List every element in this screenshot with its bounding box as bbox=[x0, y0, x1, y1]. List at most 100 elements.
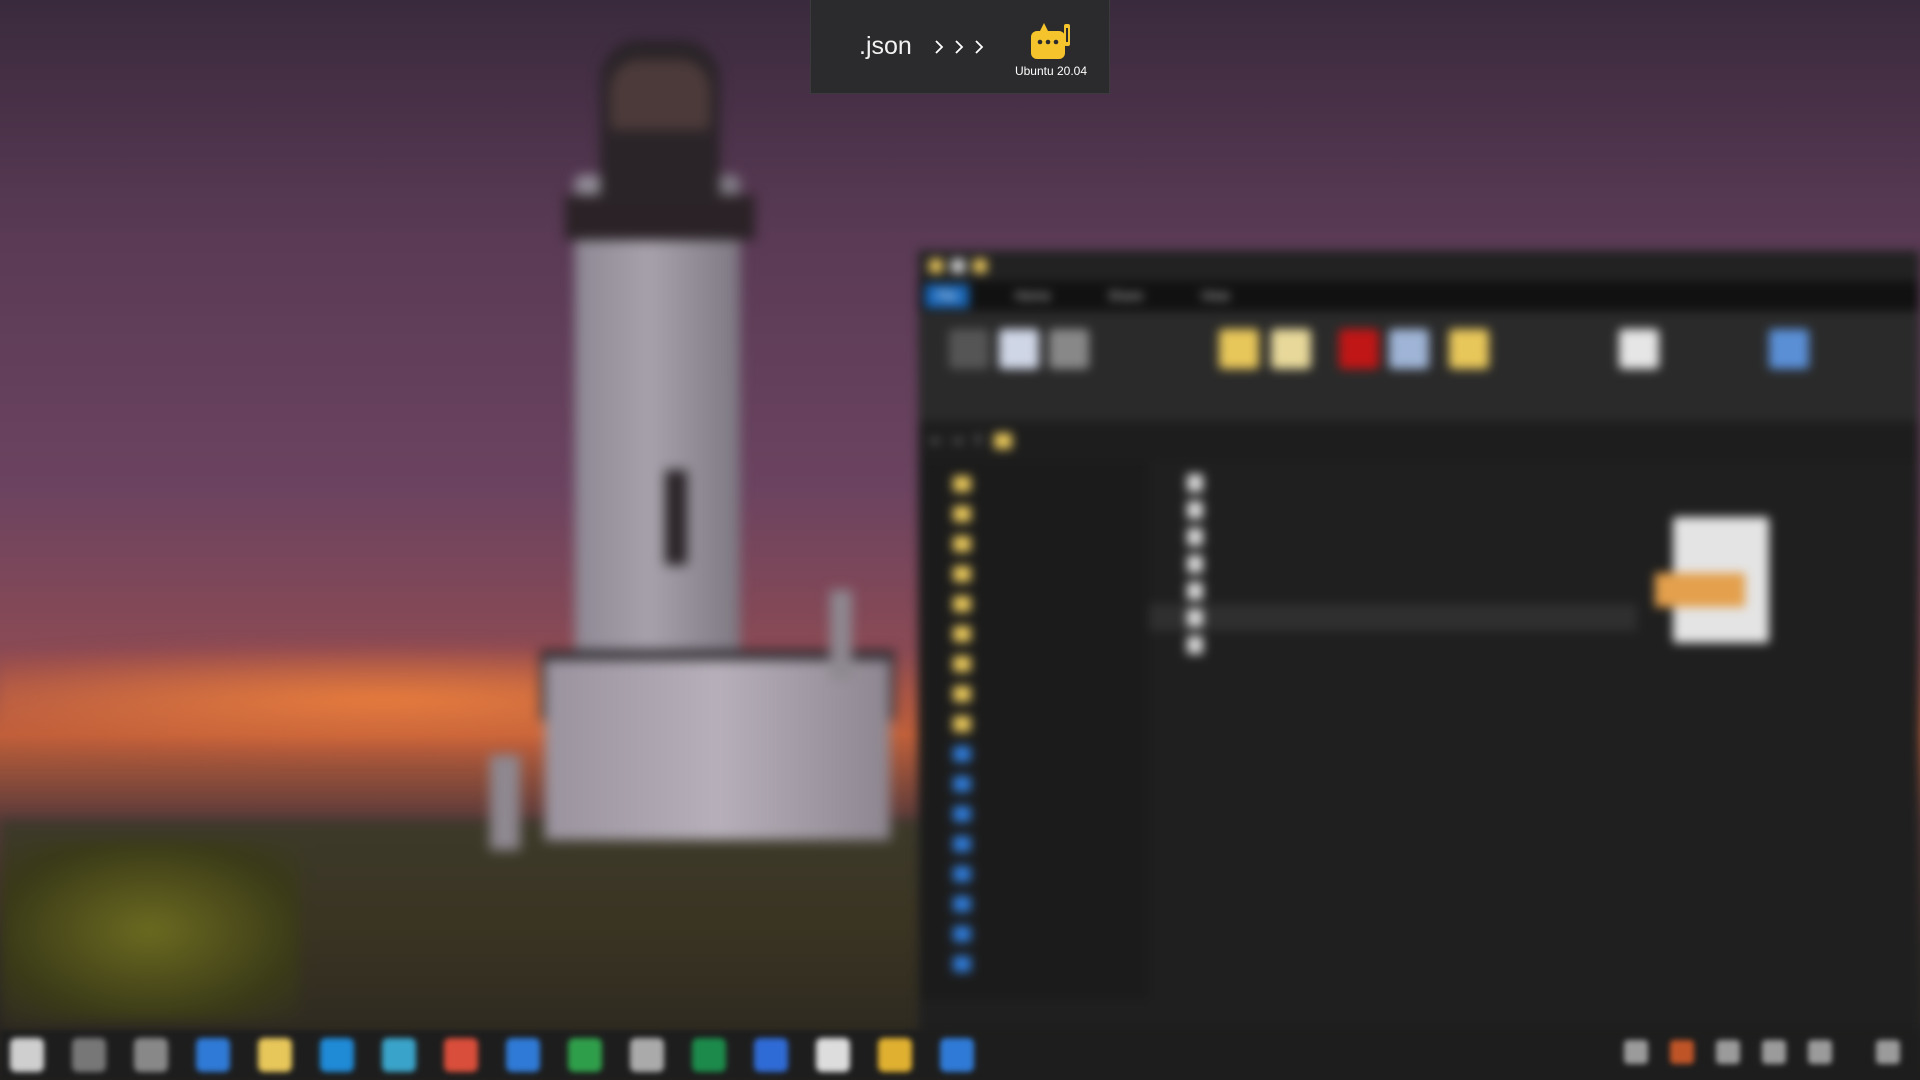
file-list bbox=[1149, 461, 1637, 999]
target-app[interactable]: Ubuntu 20.04 bbox=[1001, 20, 1101, 78]
app-icon[interactable] bbox=[630, 1038, 664, 1072]
lighthouse-lamp bbox=[610, 60, 710, 130]
app-name: Ubuntu 20.04 bbox=[1014, 64, 1088, 78]
drive-icon bbox=[953, 836, 971, 852]
folder-icon bbox=[929, 259, 943, 273]
nav-item[interactable] bbox=[919, 619, 1149, 649]
new-item-icon[interactable] bbox=[1449, 329, 1489, 369]
nav-item[interactable] bbox=[919, 709, 1149, 739]
nav-item[interactable] bbox=[919, 529, 1149, 559]
drive-icon bbox=[953, 776, 971, 792]
nav-item[interactable] bbox=[919, 949, 1149, 979]
search-icon[interactable] bbox=[72, 1038, 106, 1072]
chrome-icon[interactable] bbox=[878, 1038, 912, 1072]
ribbon bbox=[919, 311, 1919, 421]
nav-item[interactable] bbox=[919, 589, 1149, 619]
drive-icon bbox=[953, 746, 971, 762]
file-row[interactable] bbox=[1149, 523, 1637, 550]
task-view-icon[interactable] bbox=[134, 1038, 168, 1072]
nav-item[interactable] bbox=[919, 739, 1149, 769]
drive-icon bbox=[953, 896, 971, 912]
tab-share[interactable]: Share bbox=[1097, 284, 1156, 308]
file-row[interactable] bbox=[1149, 469, 1637, 496]
mail-icon[interactable] bbox=[506, 1038, 540, 1072]
file-row[interactable] bbox=[1149, 604, 1637, 631]
file-icon bbox=[1187, 635, 1203, 654]
up-arrow-icon[interactable]: ↑ bbox=[973, 434, 984, 449]
xbox-icon[interactable] bbox=[692, 1038, 726, 1072]
paste-icon[interactable] bbox=[1049, 329, 1089, 369]
pin-icon[interactable] bbox=[949, 329, 989, 369]
nav-item[interactable] bbox=[919, 649, 1149, 679]
folder-icon bbox=[953, 536, 971, 552]
tab-file[interactable]: File bbox=[925, 284, 970, 308]
nav-item[interactable] bbox=[919, 799, 1149, 829]
back-arrow-icon[interactable]: ← bbox=[931, 434, 942, 449]
taskbar bbox=[0, 1030, 1920, 1080]
app-icon[interactable] bbox=[816, 1038, 850, 1072]
file-folder-icon[interactable] bbox=[258, 1038, 292, 1072]
rename-icon[interactable] bbox=[1389, 329, 1429, 369]
chevron-up-icon[interactable] bbox=[1624, 1040, 1648, 1064]
file-icon bbox=[1187, 473, 1203, 492]
nav-item[interactable] bbox=[919, 859, 1149, 889]
file-row[interactable] bbox=[1149, 631, 1637, 658]
file-row[interactable] bbox=[1149, 550, 1637, 577]
nav-item[interactable] bbox=[919, 499, 1149, 529]
firefox-icon[interactable] bbox=[1670, 1040, 1694, 1064]
arrow-indicator bbox=[934, 39, 984, 55]
nav-item[interactable] bbox=[919, 679, 1149, 709]
move-icon[interactable] bbox=[1271, 329, 1311, 369]
nav-item[interactable] bbox=[919, 559, 1149, 589]
folder-icon bbox=[953, 476, 971, 492]
folder-icon bbox=[953, 566, 971, 582]
file-preview-icon bbox=[1655, 517, 1769, 643]
chimney bbox=[490, 755, 520, 850]
word-icon[interactable] bbox=[754, 1038, 788, 1072]
vscode-icon[interactable] bbox=[320, 1038, 354, 1072]
nav-item[interactable] bbox=[919, 889, 1149, 919]
grass bbox=[0, 840, 300, 1020]
folder-icon bbox=[953, 596, 971, 612]
properties-icon[interactable] bbox=[1619, 329, 1659, 369]
app-icon[interactable] bbox=[1716, 1040, 1740, 1064]
tux-penguin-icon bbox=[1001, 20, 1101, 62]
notification-icon[interactable] bbox=[1876, 1040, 1900, 1064]
explorer-icon[interactable] bbox=[196, 1038, 230, 1072]
folder-icon bbox=[953, 656, 971, 672]
lighthouse-window bbox=[665, 470, 687, 565]
file-row[interactable] bbox=[1149, 496, 1637, 523]
excel-icon[interactable] bbox=[568, 1038, 602, 1072]
address-bar[interactable]: ← → ↑ bbox=[919, 421, 1919, 461]
navigation-pane bbox=[919, 461, 1149, 999]
app-icon[interactable] bbox=[444, 1038, 478, 1072]
explorer-titlebar[interactable] bbox=[919, 251, 1919, 281]
tab-home[interactable]: Home bbox=[1003, 284, 1062, 308]
system-tray bbox=[1624, 1040, 1900, 1064]
file-icon bbox=[1187, 500, 1203, 519]
windows-start-icon[interactable] bbox=[10, 1038, 44, 1072]
nav-item[interactable] bbox=[919, 769, 1149, 799]
forward-arrow-icon[interactable]: → bbox=[952, 434, 963, 449]
drive-icon bbox=[953, 806, 971, 822]
file-row[interactable] bbox=[1149, 577, 1637, 604]
edge-icon[interactable] bbox=[382, 1038, 416, 1072]
nav-item[interactable] bbox=[919, 829, 1149, 859]
folder-icon bbox=[953, 506, 971, 522]
quick-access-icon[interactable] bbox=[951, 259, 965, 273]
chevron-right-icon bbox=[934, 39, 944, 55]
new-folder-icon[interactable] bbox=[1219, 329, 1259, 369]
terminal-icon[interactable] bbox=[940, 1038, 974, 1072]
delete-icon[interactable] bbox=[1339, 329, 1379, 369]
file-icon bbox=[1187, 554, 1203, 573]
chevron-right-icon bbox=[954, 39, 964, 55]
nav-item[interactable] bbox=[919, 469, 1149, 499]
copy-icon[interactable] bbox=[999, 329, 1039, 369]
tab-view[interactable]: View bbox=[1189, 284, 1241, 308]
volume-icon[interactable] bbox=[1808, 1040, 1832, 1064]
file-explorer-window[interactable]: File Home Share View ← → ↑ bbox=[918, 250, 1920, 1040]
select-all-icon[interactable] bbox=[1769, 329, 1809, 369]
file-extension-label: .json bbox=[859, 32, 912, 60]
nav-item[interactable] bbox=[919, 919, 1149, 949]
network-icon[interactable] bbox=[1762, 1040, 1786, 1064]
